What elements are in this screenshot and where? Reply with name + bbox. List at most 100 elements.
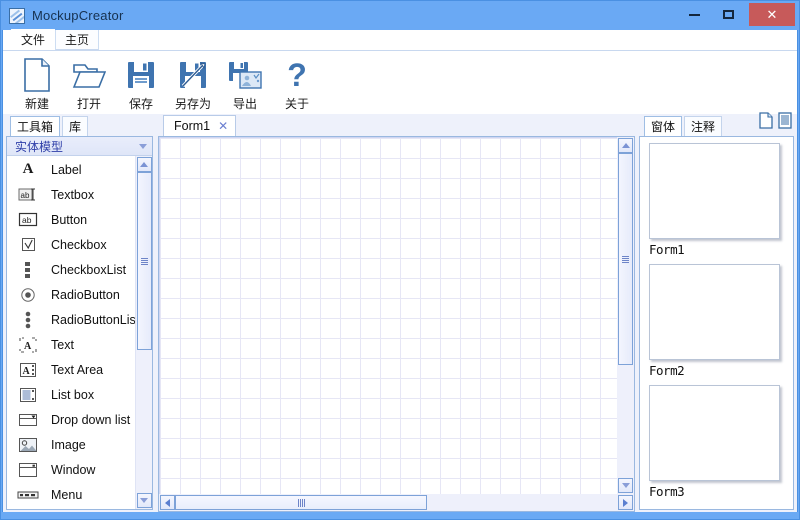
scrollbar-track[interactable] — [618, 153, 633, 478]
export-button[interactable]: 导出 — [219, 55, 271, 112]
form-name: Form2 — [649, 363, 685, 378]
form-list-icon[interactable] — [778, 112, 792, 134]
form-thumbnail[interactable] — [649, 264, 780, 360]
radio-button-list-icon — [17, 311, 39, 329]
scrollbar-track[interactable] — [175, 495, 618, 510]
scrollbar-track[interactable] — [136, 172, 152, 493]
tool-item-menu[interactable]: Menu — [7, 482, 135, 507]
svg-text:A: A — [24, 341, 32, 352]
tool-item-dropdownlist[interactable]: Drop down list — [7, 407, 135, 432]
new-form-icon[interactable] — [759, 112, 773, 134]
form-list-item[interactable]: Form1 — [649, 143, 793, 257]
minimize-icon — [688, 13, 700, 16]
label-a-icon: A — [22, 161, 34, 177]
scrollbar-thumb[interactable] — [175, 495, 427, 510]
checkbox-icon — [17, 237, 39, 252]
scroll-left-arrow[interactable] — [160, 495, 175, 510]
ribbon-tab-home[interactable]: 主页 — [55, 29, 100, 50]
forms-list: Form1 Form2 Form3 — [639, 136, 794, 510]
main-content: 工具箱 库 实体模型 A Label ab Textbox ab Button … — [2, 112, 798, 512]
canvas-area — [158, 136, 635, 512]
form-list-item[interactable]: Form3 — [649, 385, 793, 499]
about-button[interactable]: ? 关于 — [271, 55, 323, 112]
app-window-icon — [9, 7, 25, 24]
export-button-label: 导出 — [232, 97, 257, 111]
window-title: MockupCreator — [32, 8, 124, 23]
svg-text:ab: ab — [21, 191, 30, 200]
tab-toolbox[interactable]: 工具箱 — [10, 116, 61, 136]
tool-label: Text — [51, 337, 74, 352]
tool-label: RadioButtonList — [51, 312, 135, 327]
radio-button-icon — [17, 287, 39, 303]
scrollbar-thumb[interactable] — [136, 172, 152, 350]
tool-label: Menu — [51, 487, 83, 502]
form-name: Form1 — [649, 242, 685, 257]
scroll-down-arrow[interactable] — [618, 478, 633, 493]
svg-text:ab: ab — [22, 215, 32, 225]
tool-item-radiobutton[interactable]: RadioButton — [7, 282, 135, 307]
tool-label: Window — [51, 462, 96, 477]
scroll-down-arrow[interactable] — [136, 493, 152, 508]
close-icon[interactable]: ✕ — [218, 120, 228, 132]
ribbon: 文件 主页 新建 打开 保存 另存为 导出 ? 关于 — [2, 29, 798, 114]
ribbon-tab-bar: 文件 主页 — [3, 29, 797, 51]
tool-label: Label — [51, 162, 82, 177]
tool-item-text[interactable]: A Text — [7, 332, 135, 357]
tool-label: CheckboxList — [51, 262, 127, 277]
save-as-button[interactable]: 另存为 — [167, 55, 219, 112]
scroll-up-arrow[interactable] — [618, 138, 633, 153]
tool-item-checkboxlist[interactable]: CheckboxList — [7, 257, 135, 282]
maximize-icon — [722, 10, 734, 19]
scroll-up-arrow[interactable] — [136, 157, 152, 172]
toolbox-section-header[interactable]: 实体模型 — [7, 137, 152, 156]
tool-label: Text Area — [51, 362, 104, 377]
design-canvas[interactable] — [159, 137, 617, 494]
close-button[interactable]: ✕ — [749, 3, 795, 26]
scrollbar-thumb[interactable] — [618, 153, 633, 365]
tab-annotations[interactable]: 注释 — [684, 116, 723, 136]
open-button[interactable]: 打开 — [63, 55, 115, 112]
maximize-button[interactable] — [711, 4, 745, 26]
ribbon-tab-file[interactable]: 文件 — [11, 29, 56, 50]
new-button-label: 新建 — [24, 97, 49, 111]
tool-item-radiobuttonlist[interactable]: RadioButtonList — [7, 307, 135, 332]
new-document-icon — [22, 57, 52, 93]
chevron-down-icon[interactable] — [135, 139, 150, 154]
form-list-item[interactable]: Form2 — [649, 264, 793, 378]
tool-item-textbox[interactable]: ab Textbox — [7, 182, 135, 207]
save-as-button-label: 另存为 — [174, 97, 211, 111]
tool-item-textarea[interactable]: A Text Area — [7, 357, 135, 382]
tool-item-window[interactable]: Window — [7, 457, 135, 482]
document-tab-form1[interactable]: Form1 ✕ — [163, 115, 237, 136]
drop-down-list-icon — [17, 412, 39, 428]
tab-library[interactable]: 库 — [62, 116, 89, 136]
save-button[interactable]: 保存 — [115, 55, 167, 112]
tool-item-label[interactable]: A Label — [7, 157, 135, 182]
toolbox-body: 实体模型 A Label ab Textbox ab Button Checkb… — [6, 136, 153, 510]
tool-item-checkbox[interactable]: Checkbox — [7, 232, 135, 257]
question-mark-icon: ? — [287, 57, 307, 93]
tool-item-button[interactable]: ab Button — [7, 207, 135, 232]
checkbox-list-icon — [17, 261, 39, 279]
button-icon: ab — [17, 212, 39, 227]
tool-item-listbox[interactable]: List box — [7, 382, 135, 407]
tool-item-image[interactable]: Image — [7, 432, 135, 457]
toolbox-vertical-scrollbar[interactable] — [135, 156, 152, 509]
new-button[interactable]: 新建 — [11, 55, 63, 112]
toolbox-panel: 工具箱 库 实体模型 A Label ab Textbox ab Button … — [3, 114, 155, 512]
forms-panel: 窗体 注释 Form1 Form2 Form3 — [637, 112, 797, 512]
tab-forms[interactable]: 窗体 — [644, 116, 683, 136]
title-bar: MockupCreator ✕ — [1, 1, 799, 30]
tool-label: Checkbox — [51, 237, 107, 252]
canvas-horizontal-scrollbar[interactable] — [159, 494, 634, 511]
form-thumbnail[interactable] — [649, 143, 780, 239]
tool-label: Drop down list — [51, 412, 131, 427]
canvas-row — [159, 137, 634, 494]
scroll-right-arrow[interactable] — [618, 495, 633, 510]
menu-icon — [17, 490, 39, 500]
image-icon — [17, 437, 39, 453]
canvas-vertical-scrollbar[interactable] — [617, 137, 634, 494]
save-as-icon — [178, 57, 208, 93]
form-thumbnail[interactable] — [649, 385, 780, 481]
minimize-button[interactable] — [677, 4, 711, 26]
